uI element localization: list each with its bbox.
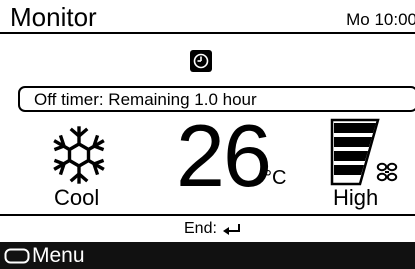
page-title: Monitor <box>10 2 97 32</box>
menu-label: Menu <box>32 244 85 267</box>
mode-label: Cool <box>54 185 100 210</box>
snowflake-icon <box>48 124 110 186</box>
menu-button[interactable]: Menu <box>0 242 415 269</box>
fan-speed-label: High <box>333 185 379 210</box>
end-label: End: <box>184 220 217 237</box>
enter-return-icon <box>223 223 241 235</box>
menu-button-icon <box>4 248 30 264</box>
temperature-value: 26 <box>176 106 272 205</box>
fan-speed-bars-icon <box>330 118 405 188</box>
footer-divider <box>0 214 415 216</box>
temperature-unit: °C <box>264 167 287 189</box>
clock-display: Mo 10:00 <box>346 10 415 29</box>
header-bar: Monitor Mo 10:00 <box>0 0 415 34</box>
monitor-screen: Monitor Mo 10:00 Off timer: Remaining 1.… <box>0 0 415 269</box>
end-hint: End: <box>0 219 415 239</box>
timer-clock-icon <box>190 50 212 72</box>
